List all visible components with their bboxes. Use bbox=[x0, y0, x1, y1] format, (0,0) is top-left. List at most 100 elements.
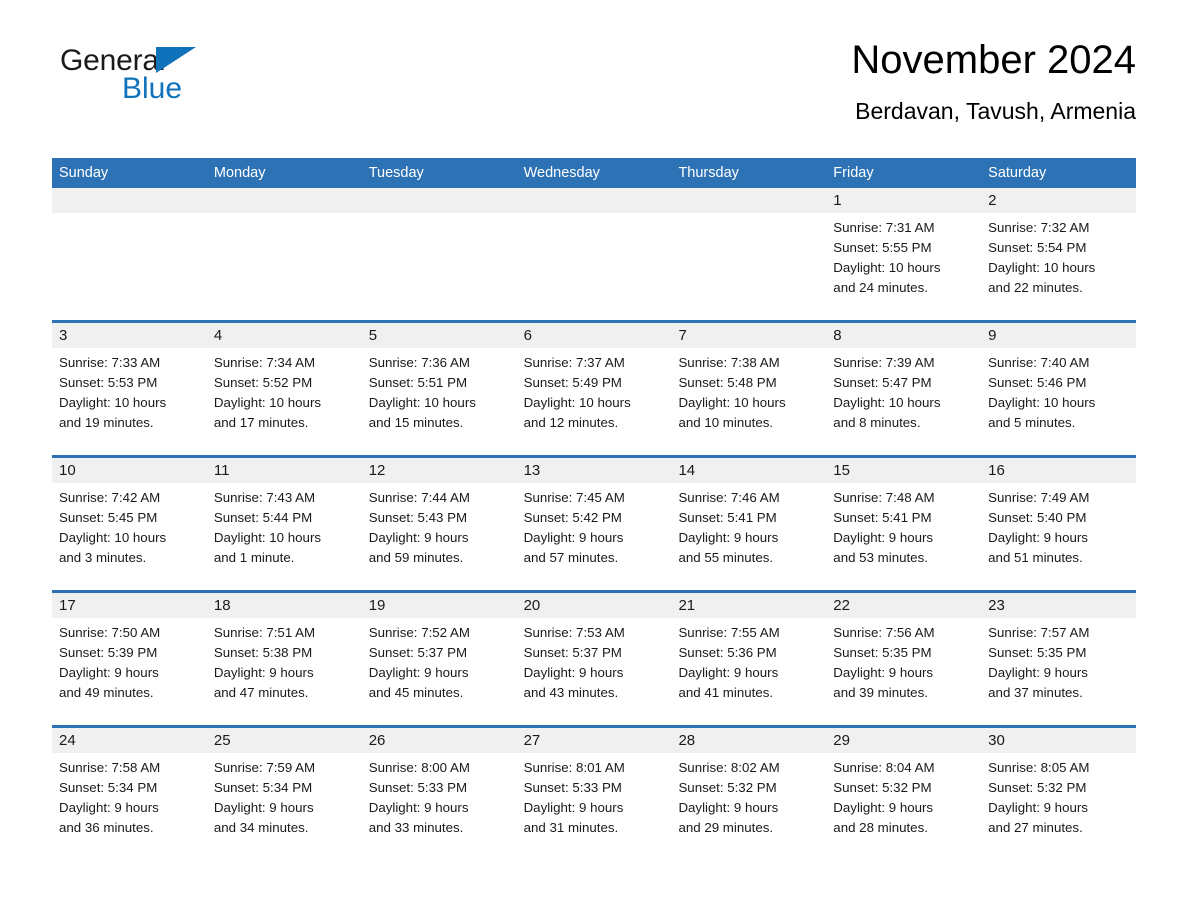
general-blue-logo[interactable]: General Blue bbox=[60, 44, 260, 114]
day-number: 12 bbox=[368, 462, 386, 479]
day-cell[interactable]: 27 Sunrise: 8:01 AM Sunset: 5:33 PM Dayligh… bbox=[516, 728, 672, 860]
sunset-text: Sunset: 5:39 PM bbox=[59, 645, 158, 660]
sunrise-text: Sunrise: 8:04 AM bbox=[833, 760, 935, 775]
day-number: 25 bbox=[213, 732, 231, 749]
sunrise-text: Sunrise: 7:53 AM bbox=[523, 625, 625, 640]
daylight-text-line1: Daylight: 10 hours bbox=[678, 395, 786, 410]
day-cell-empty bbox=[516, 188, 672, 320]
daylight-text-line1: Daylight: 9 hours bbox=[368, 530, 469, 545]
sunrise-text: Sunrise: 7:56 AM bbox=[833, 625, 935, 640]
daylight-text-line2: and 22 minutes. bbox=[988, 280, 1083, 295]
sunset-text: Sunset: 5:32 PM bbox=[833, 780, 932, 795]
day-cell[interactable]: 11 Sunrise: 7:43 AM Sunset: 5:44 PM Dayligh… bbox=[206, 458, 362, 590]
sunrise-text: Sunrise: 8:05 AM bbox=[988, 760, 1090, 775]
day-number-band: 22 bbox=[826, 593, 982, 618]
day-cell[interactable]: 23 Sunrise: 7:57 AM Sunset: 5:35 PM Dayligh… bbox=[981, 593, 1137, 725]
weekday-header-friday: Friday bbox=[833, 165, 874, 181]
daylight-text-line2: and 31 minutes. bbox=[523, 820, 619, 835]
sunrise-text: Sunrise: 7:46 AM bbox=[678, 490, 780, 505]
daylight-text-line2: and 36 minutes. bbox=[59, 820, 154, 835]
daylight-text-line2: and 37 minutes. bbox=[988, 685, 1083, 700]
day-sun-info: Sunrise: 7:58 AM Sunset: 5:34 PM Daylight:… bbox=[52, 753, 207, 838]
day-cell[interactable]: 6 Sunrise: 7:37 AM Sunset: 5:49 PM Daylight… bbox=[516, 323, 672, 455]
day-cell-empty bbox=[361, 188, 517, 320]
day-sun-info: Sunrise: 7:34 AM Sunset: 5:52 PM Daylight:… bbox=[207, 348, 362, 433]
daylight-text-line2: and 19 minutes. bbox=[59, 415, 154, 430]
day-sun-info: Sunrise: 7:44 AM Sunset: 5:43 PM Daylight:… bbox=[362, 483, 517, 568]
day-number-band: 27 bbox=[516, 728, 672, 753]
day-cell[interactable]: 26 Sunrise: 8:00 AM Sunset: 5:33 PM Dayligh… bbox=[361, 728, 517, 860]
sunset-text: Sunset: 5:35 PM bbox=[988, 645, 1087, 660]
day-number-band: 4 bbox=[206, 323, 362, 348]
day-sun-info: Sunrise: 7:32 AM Sunset: 5:54 PM Daylight:… bbox=[981, 213, 1136, 298]
sunrise-text: Sunrise: 7:42 AM bbox=[59, 490, 161, 505]
day-cell[interactable]: 21 Sunrise: 7:55 AM Sunset: 5:36 PM Dayligh… bbox=[671, 593, 827, 725]
day-number: 16 bbox=[988, 462, 1005, 479]
day-cell[interactable]: 20 Sunrise: 7:53 AM Sunset: 5:37 PM Dayligh… bbox=[516, 593, 672, 725]
day-cell[interactable]: 7 Sunrise: 7:38 AM Sunset: 5:48 PM Daylight… bbox=[671, 323, 827, 455]
day-number-band: 6 bbox=[516, 323, 672, 348]
daylight-text-line1: Daylight: 9 hours bbox=[988, 530, 1088, 545]
day-sun-info: Sunrise: 7:31 AM Sunset: 5:55 PM Daylight:… bbox=[826, 213, 981, 298]
day-cell[interactable]: 28 Sunrise: 8:02 AM Sunset: 5:32 PM Dayligh… bbox=[671, 728, 827, 860]
daylight-text-line2: and 57 minutes. bbox=[523, 550, 619, 565]
day-cell[interactable]: 15 Sunrise: 7:48 AM Sunset: 5:41 PM Dayligh… bbox=[826, 458, 982, 590]
sunrise-text: Sunrise: 7:48 AM bbox=[833, 490, 935, 505]
daylight-text-line2: and 34 minutes. bbox=[213, 820, 309, 835]
weekday-header-thursday: Thursday bbox=[678, 165, 739, 181]
sunset-text: Sunset: 5:34 PM bbox=[59, 780, 158, 795]
day-number: 29 bbox=[833, 732, 850, 749]
day-cell[interactable]: 14 Sunrise: 7:46 AM Sunset: 5:41 PM Dayligh… bbox=[671, 458, 827, 590]
day-number: 22 bbox=[833, 597, 850, 614]
daylight-text-line1: Daylight: 9 hours bbox=[678, 665, 779, 680]
day-number-band: 17 bbox=[52, 593, 207, 618]
day-sun-info: Sunrise: 8:01 AM Sunset: 5:33 PM Daylight:… bbox=[517, 753, 672, 838]
day-cell[interactable]: 10 Sunrise: 7:42 AM Sunset: 5:45 PM Dayligh… bbox=[52, 458, 207, 590]
daylight-text-line2: and 51 minutes. bbox=[988, 550, 1083, 565]
day-cell[interactable]: 1 Sunrise: 7:31 AM Sunset: 5:55 PM Daylight… bbox=[826, 188, 982, 320]
calendar-week-row: 24 Sunrise: 7:58 AM Sunset: 5:34 PM Dayligh… bbox=[52, 725, 1137, 860]
day-cell[interactable]: 2 Sunrise: 7:32 AM Sunset: 5:54 PM Daylight… bbox=[981, 188, 1137, 320]
daylight-text-line1: Daylight: 9 hours bbox=[368, 800, 469, 815]
day-number-band: 1 bbox=[826, 188, 982, 213]
day-number: 26 bbox=[368, 732, 386, 749]
sunrise-text: Sunrise: 7:45 AM bbox=[523, 490, 625, 505]
day-cell[interactable]: 16 Sunrise: 7:49 AM Sunset: 5:40 PM Dayligh… bbox=[981, 458, 1137, 590]
sunrise-text: Sunrise: 7:44 AM bbox=[368, 490, 470, 505]
daylight-text-line1: Daylight: 9 hours bbox=[678, 800, 779, 815]
day-cell[interactable]: 22 Sunrise: 7:56 AM Sunset: 5:35 PM Dayligh… bbox=[826, 593, 982, 725]
day-sun-info: Sunrise: 7:42 AM Sunset: 5:45 PM Daylight:… bbox=[52, 483, 207, 568]
day-cell[interactable]: 17 Sunrise: 7:50 AM Sunset: 5:39 PM Dayligh… bbox=[52, 593, 207, 725]
daylight-text-line1: Daylight: 9 hours bbox=[59, 800, 159, 815]
calendar-weeks: 1 Sunrise: 7:31 AM Sunset: 5:55 PM Daylight… bbox=[52, 188, 1137, 860]
day-cell[interactable]: 29 Sunrise: 8:04 AM Sunset: 5:32 PM Dayligh… bbox=[826, 728, 982, 860]
day-cell[interactable]: 8 Sunrise: 7:39 AM Sunset: 5:47 PM Daylight… bbox=[826, 323, 982, 455]
day-cell[interactable]: 3 Sunrise: 7:33 AM Sunset: 5:53 PM Daylight… bbox=[52, 323, 207, 455]
day-cell[interactable]: 30 Sunrise: 8:05 AM Sunset: 5:32 PM Dayligh… bbox=[981, 728, 1137, 860]
day-number-band: 26 bbox=[361, 728, 517, 753]
sunrise-text: Sunrise: 7:43 AM bbox=[213, 490, 316, 505]
calendar-page: General Blue November 2024 Berdavan, Tav… bbox=[0, 0, 1188, 918]
daylight-text-line1: Daylight: 9 hours bbox=[988, 800, 1088, 815]
calendar-week-row: 17 Sunrise: 7:50 AM Sunset: 5:39 PM Dayligh… bbox=[52, 590, 1137, 725]
day-cell[interactable]: 12 Sunrise: 7:44 AM Sunset: 5:43 PM Dayligh… bbox=[361, 458, 517, 590]
day-sun-info: Sunrise: 7:36 AM Sunset: 5:51 PM Daylight:… bbox=[362, 348, 517, 433]
sunset-text: Sunset: 5:34 PM bbox=[213, 780, 313, 795]
day-cell[interactable]: 19 Sunrise: 7:52 AM Sunset: 5:37 PM Dayligh… bbox=[361, 593, 517, 725]
day-cell[interactable]: 24 Sunrise: 7:58 AM Sunset: 5:34 PM Dayligh… bbox=[52, 728, 207, 860]
weekday-header-saturday: Saturday bbox=[988, 165, 1047, 181]
day-cell[interactable]: 5 Sunrise: 7:36 AM Sunset: 5:51 PM Daylight… bbox=[361, 323, 517, 455]
day-number-band: 21 bbox=[671, 593, 827, 618]
day-number-band bbox=[516, 188, 672, 213]
day-number: 5 bbox=[368, 327, 378, 344]
day-cell[interactable]: 9 Sunrise: 7:40 AM Sunset: 5:46 PM Daylight… bbox=[981, 323, 1137, 455]
day-cell[interactable]: 13 Sunrise: 7:45 AM Sunset: 5:42 PM Dayligh… bbox=[516, 458, 672, 590]
day-sun-info: Sunrise: 7:43 AM Sunset: 5:44 PM Daylight:… bbox=[207, 483, 362, 568]
day-cell[interactable]: 4 Sunrise: 7:34 AM Sunset: 5:52 PM Daylight… bbox=[206, 323, 362, 455]
daylight-text-line1: Daylight: 9 hours bbox=[833, 800, 934, 815]
sunrise-text: Sunrise: 7:40 AM bbox=[988, 355, 1090, 370]
sunset-text: Sunset: 5:36 PM bbox=[678, 645, 777, 660]
day-cell[interactable]: 25 Sunrise: 7:59 AM Sunset: 5:34 PM Dayligh… bbox=[206, 728, 362, 860]
day-cell[interactable]: 18 Sunrise: 7:51 AM Sunset: 5:38 PM Dayligh… bbox=[206, 593, 362, 725]
sunset-text: Sunset: 5:46 PM bbox=[988, 375, 1087, 390]
